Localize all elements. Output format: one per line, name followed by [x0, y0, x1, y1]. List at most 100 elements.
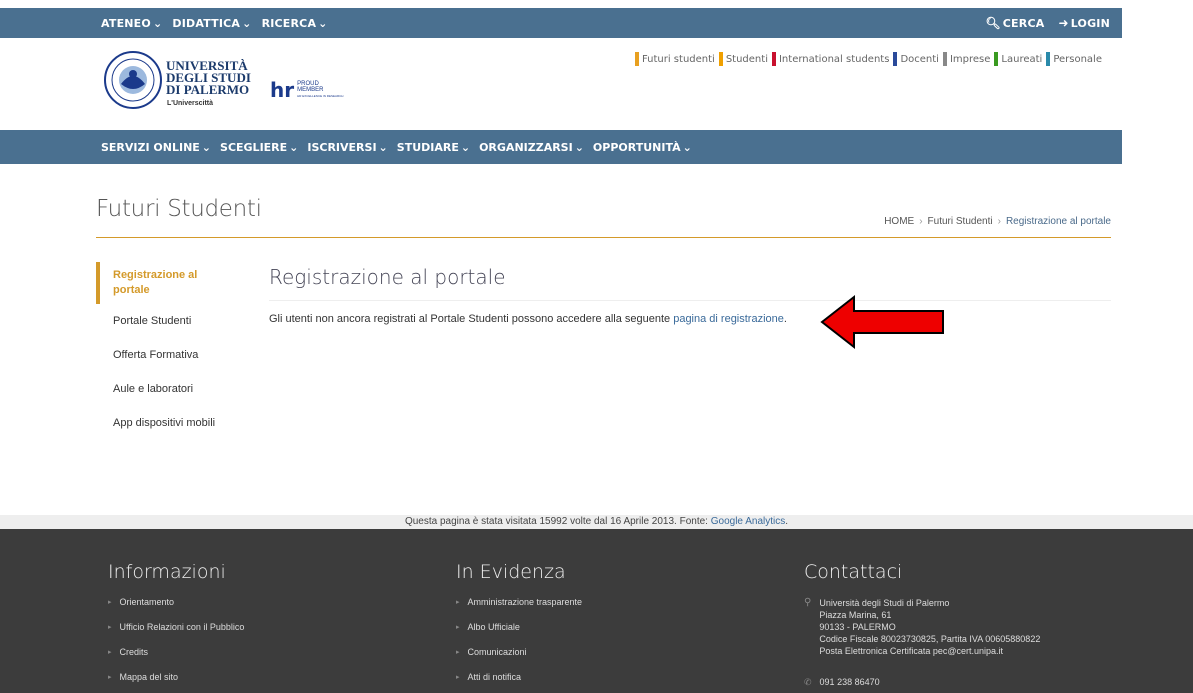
footer-contact-column: Contattaci ⚲ Università degli Studi di P… — [804, 561, 1040, 688]
contact-line: Codice Fiscale 80023730825, Partita IVA … — [819, 634, 1041, 644]
chevron-down-icon: ⌄ — [201, 140, 212, 154]
footer-info-title: Informazioni — [108, 561, 226, 583]
audience-link-laureati[interactable]: Laureati — [994, 52, 1042, 66]
footer-link-credits[interactable]: ▸ Credits — [108, 647, 244, 672]
contact-line: Piazza Marina, 61 — [819, 610, 892, 620]
visit-counter-period: . — [785, 516, 789, 527]
hr-tagline: HR EXCELLENCE IN RESEARCH — [297, 94, 344, 98]
breadcrumb-separator-icon: › — [919, 216, 923, 227]
page-title: Futuri Studenti — [96, 196, 262, 222]
main-nav: SERVIZI ONLINE ⌄ SCEGLIERE ⌄ ISCRIVERSI ⌄ S… — [0, 130, 1122, 164]
chevron-down-icon: ⌄ — [152, 16, 163, 30]
breadcrumb: HOME › Futuri Studenti › Registrazione a… — [884, 216, 1111, 227]
login-button[interactable]: ➜ LOGIN — [1058, 16, 1110, 30]
audience-color-bar — [634, 52, 639, 66]
visit-counter: Questa pagina è stata visitata 15992 vol… — [0, 515, 1193, 529]
content-title: Registrazione al portale — [269, 265, 506, 289]
bullet-arrow-icon: ▸ — [108, 649, 112, 656]
sidebar: Registrazione al portale Portale Student… — [96, 262, 236, 440]
footer-evidence-column: In Evidenza ▸ Amministrazione trasparente… — [456, 561, 582, 693]
registration-page-link[interactable]: pagina di registrazione — [673, 313, 784, 325]
chevron-down-icon: ⌄ — [574, 140, 584, 154]
sidebar-item-aule-laboratori[interactable]: Aule e laboratori — [96, 372, 236, 406]
page: ATENEO ⌄ DIDATTICA ⌄ RICERCA ⌄ 🔍︎ CERCA ➜ LOG… — [0, 0, 1193, 693]
footer-link-amministrazione[interactable]: ▸ Amministrazione trasparente — [456, 597, 582, 622]
footer-link-atti[interactable]: ▸ Atti di notifica — [456, 672, 582, 693]
audience-link-imprese[interactable]: Imprese — [942, 52, 990, 66]
top-nav-didattica[interactable]: DIDATTICA ⌄ — [172, 17, 251, 30]
hr-proud-member: PROUD MEMBER HR EXCELLENCE IN RESEARCH — [297, 81, 343, 99]
main-nav-scegliere[interactable]: SCEGLIERE ⌄ — [220, 141, 298, 154]
phone-icon: ✆ — [804, 677, 812, 687]
audience-link-personale[interactable]: Personale — [1046, 52, 1102, 66]
footer-link-urp[interactable]: ▸ Ufficio Relazioni con il Pubblico — [108, 622, 244, 647]
sidebar-item-registrazione[interactable]: Registrazione al portale — [96, 262, 221, 304]
footer-evidence-title: In Evidenza — [456, 561, 566, 583]
location-pin-icon: ⚲ — [804, 597, 812, 608]
bullet-arrow-icon: ▸ — [108, 624, 112, 631]
bullet-arrow-icon: ▸ — [456, 674, 460, 681]
top-nav: ATENEO ⌄ DIDATTICA ⌄ RICERCA ⌄ — [101, 17, 328, 30]
audience-link-docenti[interactable]: Docenti — [893, 52, 939, 66]
content-text: Gli utenti non ancora registrati al Port… — [269, 313, 674, 325]
breadcrumb-futuri-studenti[interactable]: Futuri Studenti — [928, 216, 993, 227]
visit-counter-text: Questa pagina è stata visitata 15992 vol… — [404, 516, 711, 527]
breadcrumb-home[interactable]: HOME — [884, 216, 914, 227]
footer-link-albo[interactable]: ▸ Albo Ufficiale — [456, 622, 582, 647]
top-nav-ricerca[interactable]: RICERCA ⌄ — [262, 17, 328, 30]
footer-contact-title: Contattaci — [804, 561, 903, 583]
footer-info-column: Informazioni ▸ Orientamento ▸ Ufficio Rela… — [108, 561, 244, 693]
chevron-down-icon: ⌄ — [289, 140, 299, 154]
main-nav-studiare[interactable]: STUDIARE ⌄ — [397, 141, 470, 154]
bullet-arrow-icon: ▸ — [456, 624, 460, 631]
audience-color-bar — [942, 52, 947, 66]
audience-color-bar — [771, 52, 776, 66]
chevron-down-icon: ⌄ — [318, 16, 328, 30]
university-name[interactable]: UNIVERSITÀ DEGLI STUDI DI PALERMO — [166, 59, 251, 97]
chevron-down-icon: ⌄ — [378, 140, 388, 154]
chevron-down-icon: ⌄ — [242, 16, 252, 30]
footer-link-orientamento[interactable]: ▸ Orientamento — [108, 597, 244, 622]
main-nav-servizi-online[interactable]: SERVIZI ONLINE ⌄ — [101, 141, 211, 154]
title-divider — [96, 237, 1111, 238]
main-nav-opportunita[interactable]: OPPORTUNITÀ ⌄ — [593, 141, 692, 154]
breadcrumb-separator-icon: › — [997, 216, 1001, 227]
logo-line-3: DI PALERMO — [166, 82, 250, 97]
main-nav-organizzarsi[interactable]: ORGANIZZARSI ⌄ — [479, 141, 584, 154]
bullet-arrow-icon: ▸ — [108, 599, 112, 606]
hr-mark: hr — [270, 78, 295, 102]
contact-phone[interactable]: ✆ 091 238 86470 — [804, 677, 1040, 688]
content-period: . — [783, 313, 787, 325]
audience-link-studenti[interactable]: Studenti — [718, 52, 768, 66]
red-arrow-annotation-icon — [820, 294, 944, 350]
login-icon: ➜ — [1058, 16, 1069, 30]
breadcrumb-current[interactable]: Registrazione al portale — [1006, 216, 1111, 227]
logo-tagline: L'Universcittà — [167, 100, 214, 107]
top-bar: ATENEO ⌄ DIDATTICA ⌄ RICERCA ⌄ 🔍︎ CERCA ➜ LOG… — [0, 8, 1122, 38]
footer: Informazioni ▸ Orientamento ▸ Ufficio Rela… — [0, 529, 1193, 693]
bullet-arrow-icon: ▸ — [456, 649, 460, 656]
content-divider — [269, 300, 1111, 301]
chevron-down-icon: ⌄ — [682, 140, 692, 154]
audience-color-bar — [1046, 52, 1051, 66]
audience-color-bar — [718, 52, 723, 66]
contact-address: ⚲ Università degli Studi di Palermo Piaz… — [804, 597, 1040, 657]
footer-link-mappa[interactable]: ▸ Mappa del sito — [108, 672, 244, 693]
audience-link-futuri-studenti[interactable]: Futuri studenti — [634, 52, 715, 66]
top-nav-ateneo[interactable]: ATENEO ⌄ — [101, 17, 162, 30]
bullet-arrow-icon: ▸ — [108, 674, 112, 681]
footer-link-comunicazioni[interactable]: ▸ Comunicazioni — [456, 647, 582, 672]
google-analytics-link[interactable]: Google Analytics — [711, 516, 786, 527]
sidebar-item-app-dispositivi[interactable]: App dispositivi mobili — [96, 406, 236, 440]
search-button[interactable]: 🔍︎ CERCA — [985, 16, 1044, 30]
audience-link-international-students[interactable]: International students — [771, 52, 889, 66]
contact-line: Università degli Studi di Palermo — [819, 598, 950, 608]
sidebar-item-offerta-formativa[interactable]: Offerta Formativa — [96, 338, 236, 372]
search-icon: 🔍︎ — [985, 16, 1001, 30]
main-nav-iscriversi[interactable]: ISCRIVERSI ⌄ — [307, 141, 387, 154]
sidebar-item-portale-studenti[interactable]: Portale Studenti — [96, 304, 236, 338]
university-seal-logo[interactable] — [103, 50, 163, 110]
hr-excellence-logo[interactable]: hr PROUD MEMBER HR EXCELLENCE IN RESEARC… — [270, 78, 343, 102]
contact-line: 90133 - PALERMO — [819, 622, 896, 632]
content-paragraph: Gli utenti non ancora registrati al Port… — [269, 313, 787, 325]
